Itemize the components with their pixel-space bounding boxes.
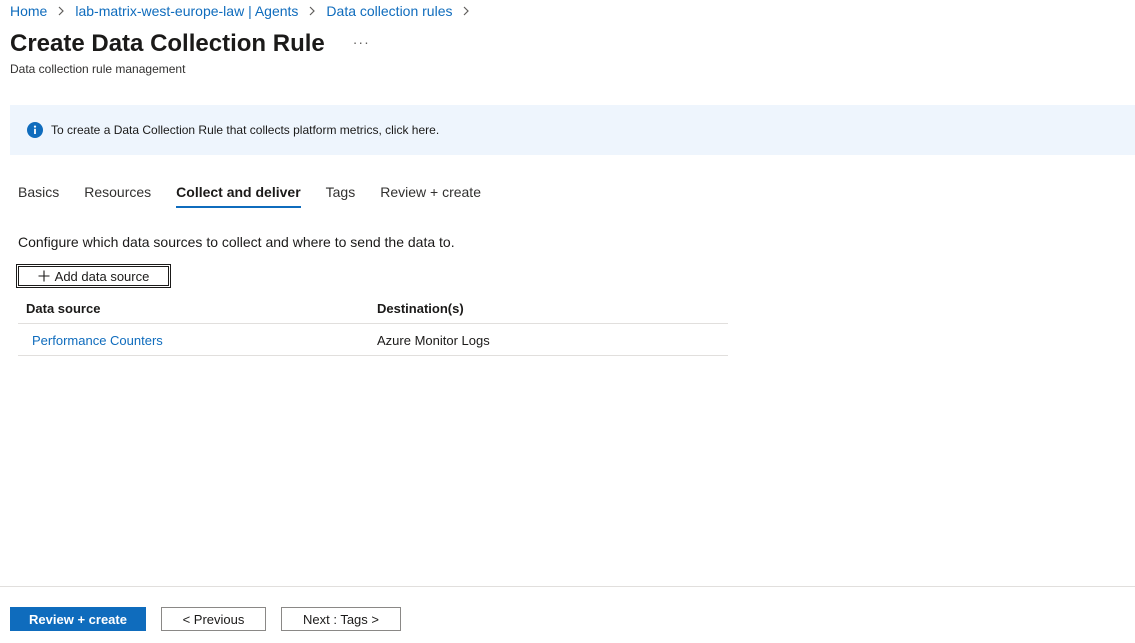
table-body: Performance Counters Azure Monitor Logs [18, 324, 728, 356]
tab-review-create[interactable]: Review + create [380, 184, 481, 208]
add-data-source-button[interactable]: Add data source [16, 264, 171, 288]
next-tags-button[interactable]: Next : Tags > [281, 607, 401, 631]
data-sources-table: Data source Destination(s) Performance C… [18, 290, 728, 356]
tab-basics[interactable]: Basics [18, 184, 59, 208]
tab-tags[interactable]: Tags [326, 184, 356, 208]
table-header: Data source Destination(s) [18, 290, 728, 324]
table-row: Performance Counters Azure Monitor Logs [18, 324, 728, 356]
info-banner-link[interactable]: To create a Data Collection Rule that co… [51, 123, 439, 137]
breadcrumb: Home lab-matrix-west-europe-law | Agents… [10, 3, 480, 19]
title-row: Create Data Collection Rule ··· [10, 30, 374, 58]
tab-list: Basics Resources Collect and deliver Tag… [18, 184, 506, 208]
chevron-right-icon [458, 3, 474, 19]
breadcrumb-data-collection-rules[interactable]: Data collection rules [326, 3, 452, 19]
info-icon [27, 122, 43, 138]
page: Home lab-matrix-west-europe-law | Agents… [0, 0, 1135, 643]
tab-resources[interactable]: Resources [84, 184, 151, 208]
more-options-button[interactable]: ··· [349, 32, 374, 52]
chevron-right-icon [53, 3, 69, 19]
tab-collect-and-deliver[interactable]: Collect and deliver [176, 184, 302, 208]
footer-divider [0, 586, 1135, 587]
data-source-link[interactable]: Performance Counters [32, 324, 163, 355]
plus-icon [38, 270, 50, 282]
chevron-right-icon [304, 3, 320, 19]
add-data-source-label: Add data source [54, 268, 150, 284]
destination-cell: Azure Monitor Logs [377, 333, 490, 348]
column-header-destinations: Destination(s) [377, 301, 464, 316]
review-create-button[interactable]: Review + create [10, 607, 146, 631]
breadcrumb-home[interactable]: Home [10, 3, 47, 19]
breadcrumb-agents[interactable]: lab-matrix-west-europe-law | Agents [75, 3, 298, 19]
column-header-data-source: Data source [26, 301, 101, 316]
section-description: Configure which data sources to collect … [18, 234, 455, 250]
info-banner: To create a Data Collection Rule that co… [10, 105, 1135, 155]
page-subtitle: Data collection rule management [10, 62, 186, 76]
page-title: Create Data Collection Rule [10, 30, 325, 57]
previous-button[interactable]: < Previous [161, 607, 266, 631]
